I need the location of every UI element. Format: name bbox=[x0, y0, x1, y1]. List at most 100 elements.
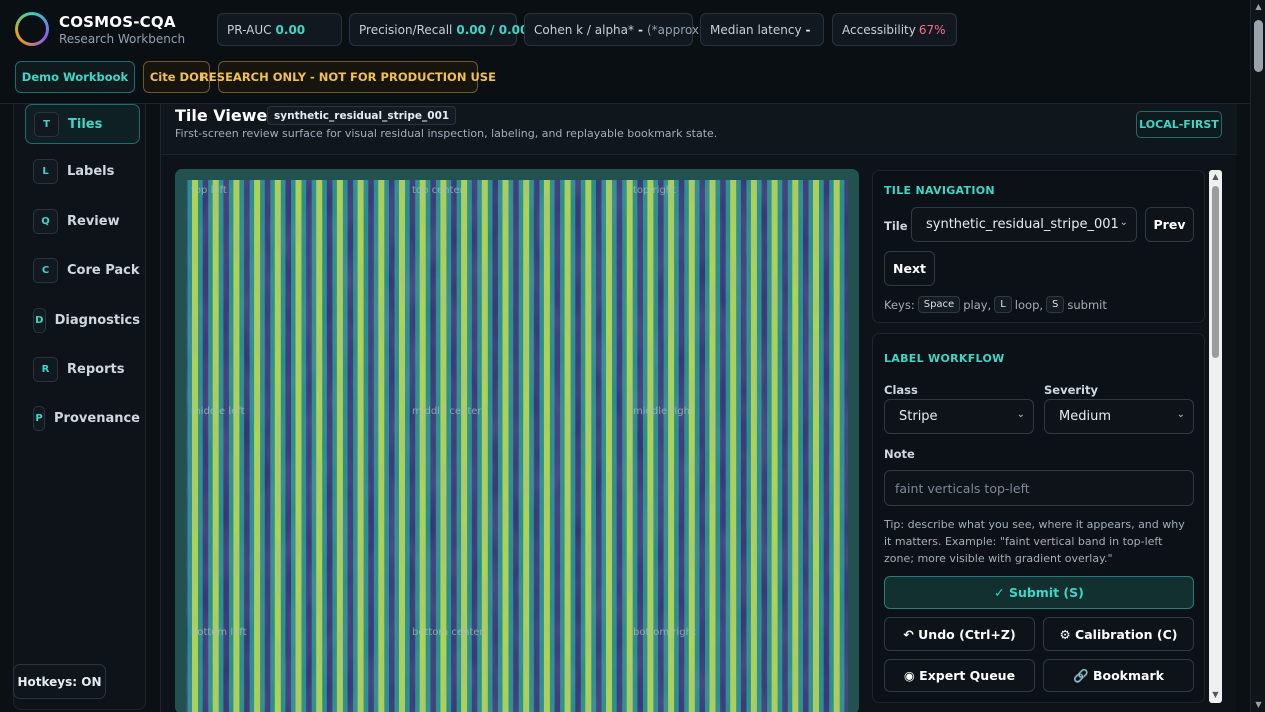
page-scrollbar[interactable]: ▲ ▼ bbox=[1250, 0, 1265, 712]
severity-select[interactable]: Medium ⌄ bbox=[1044, 399, 1194, 434]
hint-submit: submit bbox=[1067, 297, 1107, 312]
local-first-badge: LOCAL-FIRST bbox=[1136, 111, 1222, 138]
metric-precision-value: 0.00 / 0.00 bbox=[456, 22, 529, 37]
sidebar-item-label: Provenance bbox=[54, 410, 140, 426]
label-workflow-card: LABEL WORKFLOW Class Severity Stripe ⌄ M… bbox=[872, 333, 1205, 703]
keys-prefix: Keys: bbox=[884, 297, 915, 312]
metric-latency-value: - bbox=[805, 22, 811, 37]
main-content: Tile Viewer synthetic_residual_stripe_00… bbox=[160, 104, 1237, 712]
nav-key-badge: P bbox=[33, 405, 46, 431]
calibration-button[interactable]: ⚙ Calibration (C) bbox=[1043, 617, 1194, 651]
chevron-down-icon: ⌄ bbox=[1176, 409, 1185, 420]
metric-cohen-label: Cohen k / alpha* bbox=[534, 22, 635, 37]
sidebar: T Tiles L Labels Q Review C Core Pack D … bbox=[13, 104, 146, 710]
next-button[interactable]: Next bbox=[884, 251, 935, 286]
sidebar-item-label: Diagnostics bbox=[54, 312, 140, 328]
sidebar-item-tiles[interactable]: T Tiles bbox=[25, 104, 140, 144]
keyboard-hints: Keys: Space play, L loop, S submit bbox=[884, 296, 1107, 313]
logo-icon bbox=[15, 12, 49, 46]
submit-button[interactable]: ✓ Submit (S) bbox=[884, 576, 1194, 609]
tile-select[interactable]: synthetic_residual_stripe_001 ⌄ bbox=[911, 207, 1137, 242]
metric-accessibility: Accessibility 67% bbox=[832, 13, 957, 46]
severity-label: Severity bbox=[1044, 383, 1098, 397]
brand-title: COSMOS-CQA bbox=[59, 12, 176, 31]
metric-prauc: PR-AUC 0.00 bbox=[217, 13, 342, 46]
nav-key-badge: D bbox=[33, 307, 46, 333]
scroll-up-icon[interactable]: ▲ bbox=[1209, 172, 1222, 181]
zone-label-top-center: top center bbox=[412, 185, 464, 196]
hotkeys-toggle[interactable]: Hotkeys: ON bbox=[13, 664, 106, 699]
viewer-header: Tile Viewer synthetic_residual_stripe_00… bbox=[161, 104, 1237, 155]
sidebar-item-label: Review bbox=[67, 213, 120, 229]
tile-image[interactable]: top left top center top right middle lef… bbox=[186, 180, 848, 712]
zone-label-middle-center: middle center bbox=[412, 406, 482, 417]
metric-prauc-value: 0.00 bbox=[275, 22, 306, 37]
chevron-down-icon: ⌄ bbox=[1119, 217, 1128, 228]
sidebar-item-review[interactable]: Q Review bbox=[25, 201, 140, 241]
prev-button[interactable]: Prev bbox=[1145, 207, 1194, 242]
sidebar-item-label: Tiles bbox=[68, 116, 103, 132]
tile-navigation-title: TILE NAVIGATION bbox=[884, 184, 995, 197]
zone-label-bottom-right: bottom right bbox=[633, 627, 696, 638]
research-only-badge: RESEARCH ONLY - NOT FOR PRODUCTION USE bbox=[200, 61, 496, 93]
right-panel: TILE NAVIGATION Tile synthetic_residual_… bbox=[872, 167, 1222, 712]
nav-key-badge: T bbox=[34, 111, 59, 137]
metric-accessibility-label: Accessibility bbox=[842, 22, 916, 37]
class-select-value: Stripe bbox=[899, 409, 938, 424]
nav-key-badge: C bbox=[33, 257, 58, 283]
metric-accessibility-value: 67% bbox=[918, 22, 946, 37]
tile-select-value: synthetic_residual_stripe_001 bbox=[926, 217, 1119, 232]
class-label: Class bbox=[884, 383, 918, 397]
sidebar-item-label: Core Pack bbox=[67, 262, 140, 278]
expert-queue-button[interactable]: ◉ Expert Queue bbox=[884, 659, 1035, 692]
metric-latency: Median latency - bbox=[700, 13, 824, 46]
metric-precision-recall: Precision/Recall 0.00 / 0.00 bbox=[349, 13, 528, 46]
note-input[interactable]: faint verticals top-left bbox=[884, 470, 1194, 506]
nav-key-badge: L bbox=[33, 158, 58, 184]
sidebar-item-reports[interactable]: R Reports bbox=[25, 349, 140, 389]
tile-panel: top left top center top right middle lef… bbox=[175, 169, 859, 712]
brand-subtitle: Research Workbench bbox=[59, 31, 186, 46]
tile-label: Tile bbox=[884, 219, 908, 233]
class-select[interactable]: Stripe ⌄ bbox=[884, 399, 1034, 434]
nav-key-badge: R bbox=[33, 356, 58, 382]
metric-cohen: Cohen k / alpha* - (*approx) bbox=[524, 13, 704, 46]
hint-play: play, bbox=[963, 297, 992, 312]
zone-label-top-left: top left bbox=[191, 185, 227, 196]
zone-label-middle-left: middle left bbox=[191, 406, 245, 417]
scroll-down-icon[interactable]: ▼ bbox=[1254, 700, 1263, 709]
zone-label-top-right: top right bbox=[633, 185, 677, 196]
zone-label-middle-right: middle right bbox=[633, 406, 694, 417]
scroll-up-icon[interactable]: ▲ bbox=[1254, 2, 1263, 11]
metric-prauc-label: PR-AUC bbox=[227, 22, 272, 37]
tile-navigation-card: TILE NAVIGATION Tile synthetic_residual_… bbox=[872, 170, 1205, 323]
bookmark-button[interactable]: 🔗 Bookmark bbox=[1043, 659, 1194, 692]
sidebar-item-label: Reports bbox=[67, 361, 125, 377]
undo-button[interactable]: ↶ Undo (Ctrl+Z) bbox=[884, 617, 1035, 651]
stripe-residual-image bbox=[186, 180, 848, 712]
hint-loop: loop, bbox=[1014, 297, 1044, 312]
brand: COSMOS-CQA Research Workbench bbox=[15, 12, 185, 46]
page-subtitle: First-screen review surface for visual r… bbox=[175, 127, 718, 140]
sidebar-item-provenance[interactable]: P Provenance bbox=[25, 398, 140, 438]
chevron-down-icon: ⌄ bbox=[1016, 409, 1025, 420]
scroll-down-icon[interactable]: ▼ bbox=[1209, 690, 1222, 699]
note-tip: Tip: describe what you see, where it app… bbox=[884, 518, 1185, 565]
panel-scrollbar[interactable]: ▲ ▼ bbox=[1209, 170, 1222, 703]
demo-workbook-button[interactable]: Demo Workbook bbox=[15, 61, 135, 93]
sidebar-item-core-pack[interactable]: C Core Pack bbox=[25, 250, 140, 290]
page-title: Tile Viewer bbox=[175, 106, 276, 125]
tile-id-chip: synthetic_residual_stripe_001 bbox=[267, 106, 457, 125]
page-scroll-thumb[interactable] bbox=[1254, 20, 1263, 72]
sidebar-item-labels[interactable]: L Labels bbox=[25, 151, 140, 191]
sidebar-item-diagnostics[interactable]: D Diagnostics bbox=[25, 300, 140, 340]
metric-cohen-value: - bbox=[638, 22, 643, 37]
kbd-l: L bbox=[994, 296, 1012, 313]
metric-precision-label: Precision/Recall bbox=[359, 22, 453, 37]
metric-cohen-note: (*approx) bbox=[647, 22, 704, 37]
sidebar-item-label: Labels bbox=[67, 163, 115, 179]
kbd-s: S bbox=[1046, 296, 1065, 313]
metric-latency-label: Median latency bbox=[710, 22, 802, 37]
panel-scroll-thumb[interactable] bbox=[1212, 186, 1219, 358]
top-header: COSMOS-CQA Research Workbench PR-AUC 0.0… bbox=[0, 0, 1250, 104]
